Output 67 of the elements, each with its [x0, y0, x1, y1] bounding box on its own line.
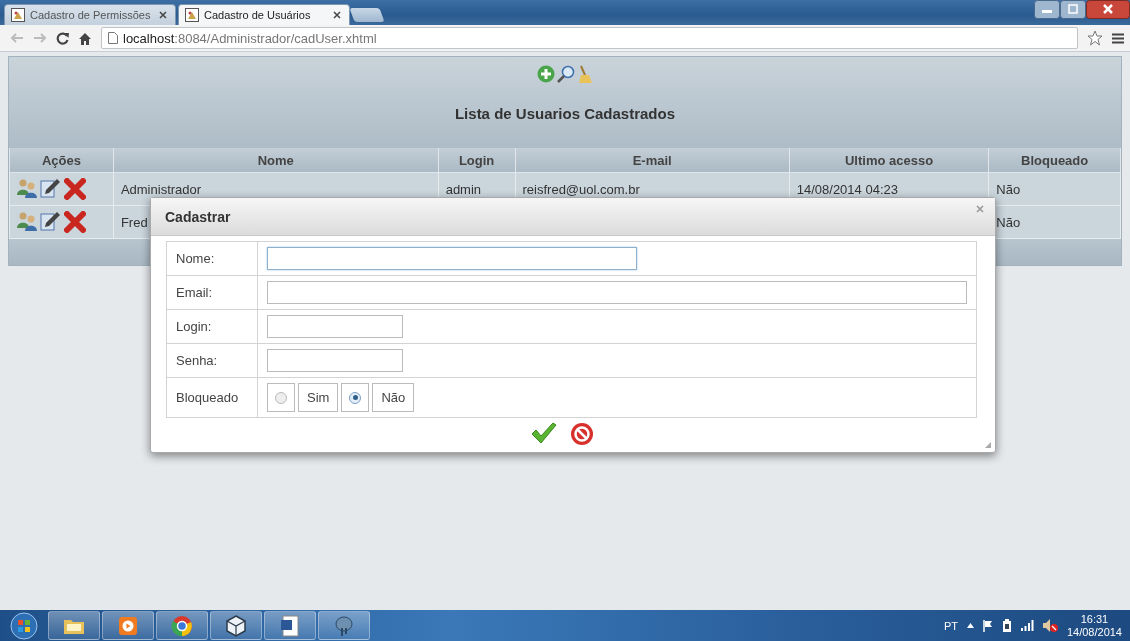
resize-grip-icon[interactable]	[985, 442, 991, 448]
start-button-icon[interactable]	[10, 611, 38, 640]
edit-icon[interactable]	[40, 178, 61, 198]
taskbar-button[interactable]	[48, 611, 100, 640]
taskbar-button[interactable]	[318, 611, 370, 640]
close-icon[interactable]	[333, 11, 341, 19]
column-header[interactable]: Login	[438, 148, 515, 173]
field-label: Bloqueado	[166, 377, 258, 418]
field-label: Senha:	[166, 343, 258, 378]
delete-icon[interactable]	[64, 178, 86, 200]
radio-label[interactable]: Não	[372, 383, 415, 412]
dialog-title: Cadastrar	[165, 208, 231, 225]
star-icon[interactable]	[1087, 30, 1103, 46]
address-field[interactable]: localhost:8084/Administrador/cadUser.xhtml	[101, 27, 1078, 49]
up-arrow-icon[interactable]	[966, 623, 974, 628]
column-header[interactable]: Ações	[9, 148, 114, 173]
delete-icon[interactable]	[64, 211, 86, 233]
search-icon[interactable]	[556, 65, 575, 83]
browser-icon	[170, 613, 194, 638]
radio-button[interactable]	[341, 383, 370, 412]
edit-icon[interactable]	[40, 211, 61, 231]
field-label: Nome:	[166, 241, 258, 276]
page-favicon-icon	[11, 8, 25, 22]
clock[interactable]: 16:31 14/08/2014	[1066, 612, 1122, 639]
users-icon[interactable]	[17, 211, 37, 231]
maximize-icon[interactable]	[1060, 0, 1086, 19]
cube-icon	[224, 613, 248, 638]
browser-tab[interactable]: Cadastro de Permissões	[4, 4, 176, 25]
checkmark-icon[interactable]	[529, 422, 558, 446]
field-label: Email:	[166, 275, 258, 310]
input-field[interactable]	[267, 315, 403, 338]
minimize-icon[interactable]	[1034, 0, 1060, 19]
signal-icon[interactable]	[1020, 620, 1034, 631]
browser-tab[interactable]: Cadastro de Usuários	[178, 4, 350, 25]
field-label: Login:	[166, 309, 258, 344]
add-icon[interactable]	[536, 65, 555, 83]
input-field[interactable]	[267, 247, 637, 270]
document-icon	[278, 613, 302, 638]
menu-icon[interactable]	[1112, 32, 1124, 44]
new-tab-button[interactable]	[349, 8, 385, 22]
broom-icon[interactable]	[576, 65, 594, 83]
column-header[interactable]: Bloqueado	[988, 148, 1121, 173]
battery-icon[interactable]	[1001, 619, 1012, 632]
url-text: localhost:8084/Administrador/cadUser.xhtml	[123, 30, 377, 46]
taskbar-button[interactable]	[102, 611, 154, 640]
table-cell: Não	[988, 172, 1121, 206]
input-field[interactable]	[267, 281, 967, 304]
page-icon	[108, 32, 118, 44]
close-icon[interactable]	[159, 11, 167, 19]
input-field[interactable]	[267, 349, 403, 372]
reload-icon[interactable]	[56, 31, 69, 45]
users-icon[interactable]	[17, 178, 37, 198]
flag-icon[interactable]	[982, 619, 993, 632]
taskbar-button[interactable]	[210, 611, 262, 640]
language-indicator[interactable]: PT	[943, 619, 958, 632]
column-header[interactable]: Ultimo acesso	[789, 148, 989, 173]
radio-button[interactable]	[267, 383, 295, 412]
radio-label[interactable]: Sim	[298, 383, 339, 412]
close-icon[interactable]	[1086, 0, 1130, 19]
taskbar-button[interactable]	[264, 611, 316, 640]
column-header[interactable]: Nome	[113, 148, 439, 173]
column-header[interactable]: E-mail	[515, 148, 790, 173]
speaker-muted-icon[interactable]	[1042, 619, 1058, 632]
home-icon[interactable]	[78, 31, 92, 45]
cancel-icon[interactable]	[569, 422, 594, 446]
page-favicon-icon	[185, 8, 199, 22]
list-title: Lista de Usuarios Cadastrados	[454, 105, 676, 122]
